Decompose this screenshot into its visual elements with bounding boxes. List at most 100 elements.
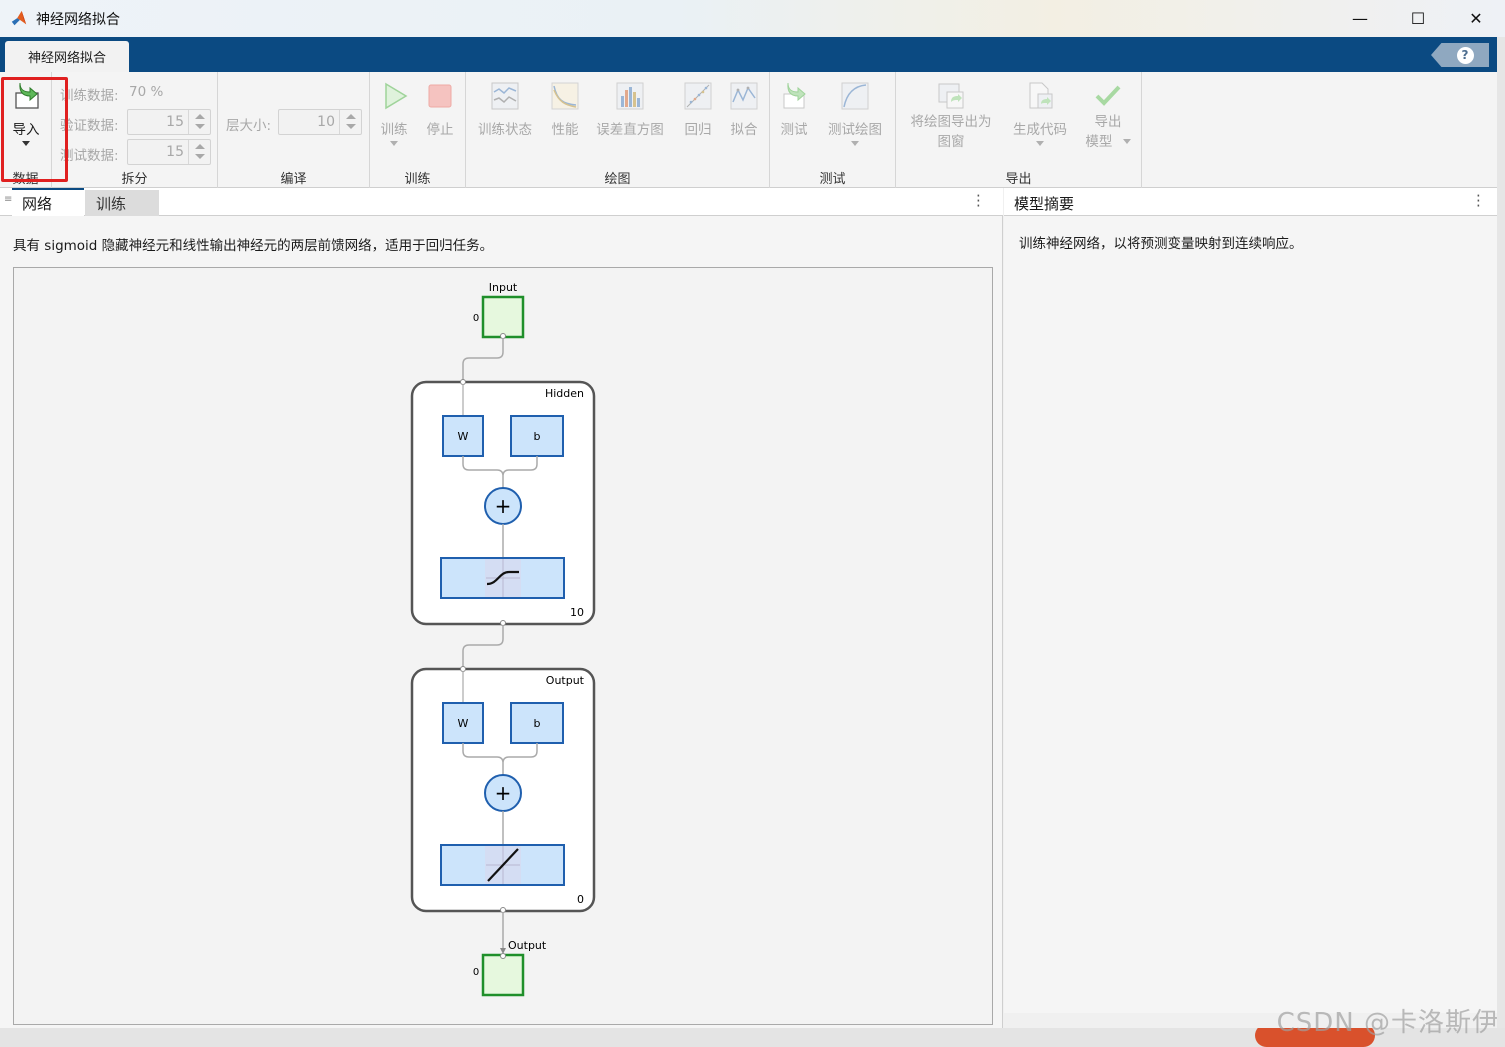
minimize-button[interactable]: — — [1331, 0, 1389, 37]
play-icon — [385, 82, 408, 110]
more-options-icon[interactable]: · · · — [976, 189, 981, 214]
toolstrip: 导入 数据 训练数据: 70 % 验证数据: 15 测试数据: 15 拆分 层大… — [0, 72, 1497, 254]
model-summary-title: 模型摘要 — [1014, 195, 1075, 213]
compile-group: 层大小: 10 编译 — [218, 72, 370, 188]
histogram-icon — [616, 82, 644, 110]
split-group-label: 拆分 — [121, 172, 148, 187]
output-weight-label: W — [458, 717, 469, 730]
network-diagram: Input 0 Hidden W b + 10 Output W b + 0 O… — [13, 267, 993, 1025]
checkmark-icon — [1095, 85, 1121, 106]
hidden-sum-label: + — [495, 494, 512, 518]
connection-line — [462, 338, 504, 380]
performance-label: 性能 — [551, 122, 579, 138]
tab-network[interactable]: 网络 — [12, 188, 84, 216]
train-data-value: 70 % — [129, 84, 164, 100]
validation-data-label: 验证数据: — [60, 118, 119, 134]
generate-code-label: 生成代码 — [1013, 122, 1067, 138]
input-size: 0 — [473, 313, 479, 324]
window-title: 神经网络拟合 — [36, 11, 120, 28]
output-node[interactable] — [481, 953, 525, 997]
output-size: 0 — [473, 967, 479, 978]
model-summary-description: 训练神经网络，以将预测变量映射到连续响应。 — [1019, 236, 1303, 252]
test-plot-label: 测试绘图 — [828, 122, 882, 138]
network-panel: ≡ 网络 训练 · · · 具有 sigmoid 隐藏神经元和线性输出神经元的两层前… — [0, 188, 1003, 1028]
validation-data-value: 15 — [166, 114, 184, 130]
fit-button[interactable]: 拟合 — [722, 80, 766, 138]
error-histogram-label: 误差直方图 — [596, 122, 664, 138]
output-bias-label: b — [534, 717, 541, 730]
network-description: 具有 sigmoid 隐藏神经元和线性输出神经元的两层前馈网络，适用于回归任务。 — [13, 238, 494, 254]
performance-icon — [551, 82, 579, 110]
performance-button[interactable]: 性能 — [544, 80, 586, 138]
window-scrollbar[interactable] — [1497, 37, 1505, 1047]
model-summary-header: 模型摘要 · · · — [1004, 188, 1497, 216]
chevron-down-icon[interactable] — [1036, 141, 1044, 146]
compile-group-label: 编译 — [280, 172, 307, 187]
input-node[interactable] — [481, 295, 525, 339]
regression-label: 回归 — [684, 122, 712, 138]
layer-size-label: 层大小: — [226, 118, 272, 134]
regression-button[interactable]: 回归 — [676, 80, 720, 138]
layer-size-spinner[interactable]: 10 — [278, 109, 362, 135]
output-label: Output — [508, 939, 547, 952]
tab-training[interactable]: 训练 — [85, 190, 159, 216]
spinner-arrows-icon[interactable] — [188, 110, 210, 134]
more-options-icon[interactable]: · · · — [1476, 189, 1481, 214]
title-bar: 神经网络拟合 — ☐ ✕ — [0, 0, 1505, 37]
stop-label: 停止 — [426, 122, 454, 138]
test-button[interactable]: 测试 — [776, 80, 812, 138]
chevron-down-icon[interactable] — [851, 141, 859, 146]
train-label: 训练 — [380, 122, 408, 138]
chevron-down-icon[interactable] — [390, 141, 398, 146]
training-state-button[interactable]: 训练状态 — [472, 80, 538, 138]
input-label: Input — [489, 281, 518, 294]
output-sum-label: + — [495, 781, 512, 805]
test-plot-button[interactable]: 测试绘图 — [822, 80, 888, 146]
train-button[interactable]: 训练 — [374, 80, 414, 146]
stop-button[interactable]: 停止 — [420, 80, 460, 138]
train-data-label: 训练数据: — [60, 88, 119, 104]
error-histogram-button[interactable]: 误差直方图 — [592, 80, 668, 138]
train-group: 训练 停止 训练 — [370, 72, 466, 188]
connection-line — [462, 625, 504, 667]
train-group-label: 训练 — [404, 172, 431, 187]
generate-code-icon — [1029, 82, 1053, 109]
maximize-button[interactable]: ☐ — [1389, 0, 1447, 37]
help-icon: ? — [1456, 46, 1474, 64]
test-plot-icon — [841, 82, 869, 110]
matlab-logo-icon — [11, 10, 27, 25]
training-state-icon — [491, 82, 519, 110]
plot-group-label: 绘图 — [604, 172, 631, 187]
test-data-label: 测试数据: — [60, 148, 119, 164]
export-figure-button[interactable]: 将绘图导出为 图窗 — [902, 80, 1000, 152]
test-data-value: 15 — [166, 144, 184, 160]
close-button[interactable]: ✕ — [1447, 0, 1505, 37]
hidden-size: 10 — [570, 606, 584, 619]
generate-code-button[interactable]: 生成代码 — [1006, 80, 1074, 146]
export-model-button[interactable]: 导出 模型 — [1080, 80, 1136, 152]
output-layer-size: 0 — [577, 893, 584, 906]
fit-icon — [730, 82, 758, 110]
help-button[interactable]: ? — [1431, 43, 1489, 67]
validation-data-spinner[interactable]: 15 — [127, 109, 211, 135]
stop-icon — [428, 84, 452, 108]
export-figure-label: 将绘图导出为 — [910, 114, 992, 130]
left-tab-bar: ≡ 网络 训练 · · · — [0, 188, 1003, 216]
export-model-label-2: 模型 — [1085, 134, 1113, 150]
watermark: CSDN @卡洛斯伊 — [1276, 1008, 1499, 1038]
test-group: 测试 测试绘图 测试 — [770, 72, 896, 188]
test-data-spinner[interactable]: 15 — [127, 139, 211, 165]
spinner-arrows-icon[interactable] — [188, 140, 210, 164]
export-figure-icon — [938, 83, 964, 109]
fit-label: 拟合 — [730, 122, 758, 138]
export-model-label: 导出 — [1094, 114, 1122, 130]
chevron-down-icon[interactable] — [1122, 139, 1131, 144]
hidden-label: Hidden — [545, 387, 584, 400]
export-group: 将绘图导出为 图窗 生成代码 导出 模型 导出 — [896, 72, 1142, 188]
plot-group: 训练状态 性能 误差直方图 回归 拟合 绘图 — [466, 72, 770, 188]
hidden-bias-label: b — [534, 430, 541, 443]
tab-neural-net-fitting[interactable]: 神经网络拟合 — [5, 41, 129, 72]
import-highlight-box — [1, 77, 68, 182]
spinner-arrows-icon[interactable] — [339, 110, 361, 134]
export-group-label: 导出 — [1005, 172, 1032, 187]
